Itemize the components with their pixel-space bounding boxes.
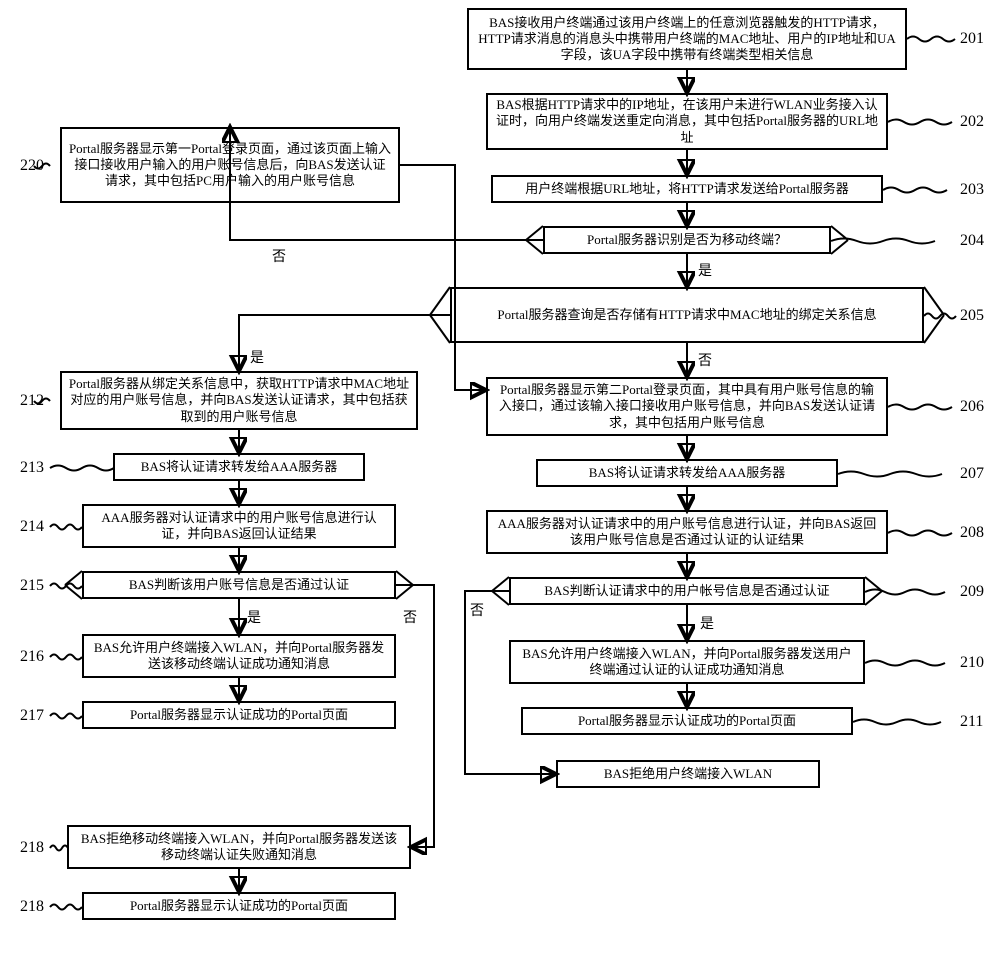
num-207: 207 [960,465,984,483]
num-204: 204 [960,232,984,250]
label-204-yes: 是 [698,260,712,280]
step-209: BAS判断认证请求中的用户帐号信息是否通过认证 [509,577,865,605]
num-210: 210 [960,654,984,672]
num-215: 215 [20,577,44,595]
step-203: 用户终端根据URL地址，将HTTP请求发送给Portal服务器 [491,175,883,203]
step-202: BAS根据HTTP请求中的IP地址，在该用户未进行WLAN业务接入认证时，向用户… [486,93,888,150]
step-213: BAS将认证请求转发给AAA服务器 [113,453,365,481]
num-217: 217 [20,707,44,725]
label-215-yes: 是 [247,607,261,627]
num-209: 209 [960,583,984,601]
num-218b: 218 [20,898,44,916]
label-205-no: 否 [698,350,712,370]
label-209-no: 否 [470,600,484,620]
step-204: Portal服务器识别是否为移动终端？ [543,226,831,254]
step-201: BAS接收用户终端通过该用户终端上的任意浏览器触发的HTTP请求，HTTP请求消… [467,8,907,70]
num-203: 203 [960,181,984,199]
step-211: Portal服务器显示认证成功的Portal页面 [521,707,853,735]
num-211: 211 [960,713,983,731]
step-217: Portal服务器显示认证成功的Portal页面 [82,701,396,729]
step-205: Portal服务器查询是否存储有HTTP请求中MAC地址的绑定关系信息 [450,287,924,343]
step-220: Portal服务器显示第一Portal登录页面，通过该页面上输入接口接收用户输入… [60,127,400,203]
num-218: 218 [20,839,44,857]
label-209-yes: 是 [700,613,714,633]
label-215-no: 否 [403,607,417,627]
num-220: 220 [20,157,44,175]
num-202: 202 [960,113,984,131]
num-214: 214 [20,518,44,536]
label-204-no: 否 [272,246,286,266]
step-210: BAS允许用户终端接入WLAN，并向Portal服务器发送用户终端通过认证的认证… [509,640,865,684]
step-reject-right: BAS拒绝用户终端接入WLAN [556,760,820,788]
step-215: BAS判断该用户账号信息是否通过认证 [82,571,396,599]
num-201: 201 [960,30,984,48]
num-206: 206 [960,398,984,416]
step-208: AAA服务器对认证请求中的用户账号信息进行认证，并向BAS返回该用户账号信息是否… [486,510,888,554]
num-212: 212 [20,392,44,410]
step-216: BAS允许用户终端接入WLAN，并向Portal服务器发送该移动终端认证成功通知… [82,634,396,678]
step-212: Portal服务器从绑定关系信息中，获取HTTP请求中MAC地址对应的用户账号信… [60,371,418,430]
label-205-yes: 是 [250,347,264,367]
num-205: 205 [960,307,984,325]
num-216: 216 [20,648,44,666]
step-207: BAS将认证请求转发给AAA服务器 [536,459,838,487]
step-218b: Portal服务器显示认证成功的Portal页面 [82,892,396,920]
step-214: AAA服务器对认证请求中的用户账号信息进行认证，并向BAS返回认证结果 [82,504,396,548]
num-208: 208 [960,524,984,542]
step-206: Portal服务器显示第二Portal登录页面，其中具有用户账号信息的输入接口，… [486,377,888,436]
step-218: BAS拒绝移动终端接入WLAN，并向Portal服务器发送该移动终端认证失败通知… [67,825,411,869]
num-213: 213 [20,459,44,477]
